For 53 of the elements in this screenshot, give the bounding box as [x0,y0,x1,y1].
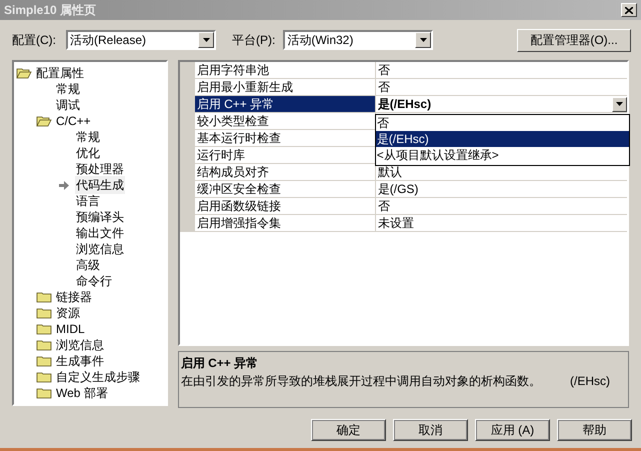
dropdown-option[interactable]: 是(/EHsc) [376,131,629,147]
tree-item[interactable]: 浏览信息 [55,336,105,354]
close-icon [625,6,633,14]
tree-item[interactable]: 自定义生成步骤 [55,368,141,386]
dialog-button[interactable]: 帮助 [557,419,632,441]
tree-item[interactable]: 常规 [75,128,101,146]
switch-text: (/EHsc) [570,373,610,390]
tree-item[interactable]: 预处理器 [75,160,125,178]
tree-item[interactable]: 常规 [55,80,81,98]
tree-item[interactable]: 配置属性 [35,64,85,82]
dialog-button[interactable]: 应用 (A) [475,419,550,441]
tree-item[interactable]: MIDL [55,320,86,338]
tree-item[interactable]: 预编译头 [75,208,125,226]
config-label: 配置(C): [12,32,56,49]
tree-item[interactable]: 代码生成 [75,176,125,194]
tree-item[interactable]: 优化 [75,144,101,162]
property-value: 否 [378,79,390,95]
platform-combo[interactable]: 活动(Win32) [283,30,434,50]
description-text: 在由引发的异常所导致的堆栈展开过程中调用自动对象的析构函数。 [180,373,541,390]
property-name[interactable]: 缓冲区安全检查 [194,181,376,197]
platform-label: 平台(P): [232,32,276,49]
tree-item[interactable]: 浏览信息 [75,240,125,258]
close-button[interactable] [621,3,637,17]
tree-item[interactable]: 输出文件 [75,224,125,242]
property-value: 否 [378,62,390,78]
tree-item[interactable]: 高级 [75,256,101,274]
property-name[interactable]: 启用字符串池 [194,62,376,78]
tree-item[interactable]: 链接器 [55,288,93,306]
tree-item[interactable]: 语言 [75,192,101,210]
property-value: 未设置 [378,215,414,231]
property-name[interactable]: 启用最小重新生成 [194,79,376,95]
config-manager-button[interactable]: 配置管理器(O)... [517,28,631,52]
tree-item[interactable]: 调试 [55,96,81,114]
tree-item[interactable]: Web 部署 [55,384,109,402]
property-value: 是(/GS) [378,181,418,197]
config-combo[interactable]: 活动(Release) [66,30,216,50]
tree-item[interactable]: 资源 [55,304,81,322]
tree-item[interactable]: 生成事件 [55,352,105,370]
property-name[interactable]: 启用函数级链接 [194,198,376,214]
dialog-button[interactable]: 取消 [393,419,468,441]
arrow-icon [59,180,69,190]
dropdown-option[interactable]: <从项目默认设置继承> [376,147,629,163]
tree-item[interactable]: C/C++ [55,112,92,130]
dialog-button[interactable]: 确定 [311,419,386,441]
property-value: 否 [378,198,390,214]
property-value: 是(/EHsc) [378,96,432,112]
property-name[interactable]: 启用 C++ 异常 [194,96,376,112]
property-name[interactable]: 启用增强指令集 [194,215,376,231]
tree-item[interactable]: 命令行 [75,272,113,290]
property-value: 默认 [378,164,402,180]
description-title: 启用 C++ 异常 [180,355,260,372]
window-title: Simple10 属性页 [4,2,96,19]
dropdown-option[interactable]: 否 [376,115,629,131]
